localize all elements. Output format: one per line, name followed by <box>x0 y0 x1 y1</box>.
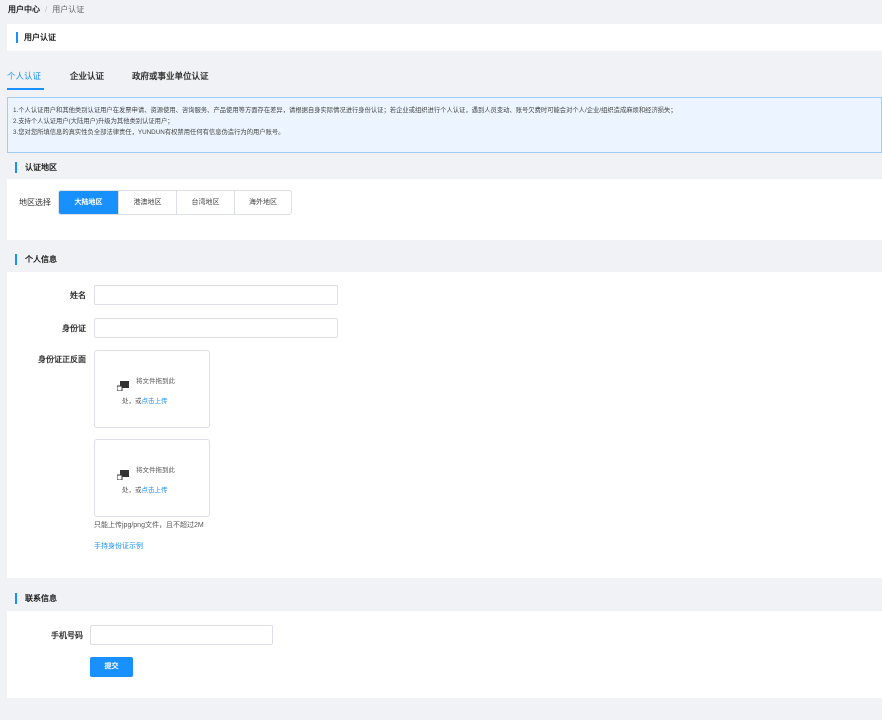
phone-label: 手机号码 <box>51 631 83 640</box>
region-selector: 大陆地区 港澳地区 台湾地区 海外地区 <box>58 190 292 215</box>
region-option-mainland[interactable]: 大陆地区 <box>59 191 118 214</box>
upload-click-link[interactable]: 点击上传 <box>142 398 168 405</box>
upload-icon <box>117 470 129 480</box>
region-option-taiwan[interactable]: 台湾地区 <box>176 191 234 214</box>
personal-section-title: 个人信息 <box>25 255 57 264</box>
contact-section-header: 联系信息 <box>7 586 882 610</box>
id-number-input[interactable] <box>94 318 338 338</box>
breadcrumb-root[interactable]: 用户中心 <box>8 5 40 14</box>
region-label: 地区选择 <box>19 198 51 207</box>
upload-or-prefix: 处，或 <box>122 487 142 494</box>
upload-drag-text: 将文件拖到此 <box>136 378 175 385</box>
breadcrumb: 用户中心 / 用户认证 <box>8 4 84 16</box>
title-accent-bar <box>16 32 18 43</box>
notice-line-1: 1.个人认证用户和其他类别认证用户在发票申请、资源使用、咨询服务、产品使用等方面… <box>13 107 677 114</box>
page-title: 用户认证 <box>24 33 56 42</box>
notice-box: 1.个人认证用户和其他类别认证用户在发票申请、资源使用、咨询服务、产品使用等方面… <box>7 97 882 153</box>
section-accent-bar <box>15 162 17 173</box>
breadcrumb-separator: / <box>45 5 48 14</box>
upload-drag-text: 将文件拖到此 <box>136 467 175 474</box>
upload-hint: 只能上传jpg/png文件，且不超过2M <box>94 522 204 529</box>
submit-button[interactable]: 提交 <box>90 657 133 677</box>
name-input[interactable] <box>94 285 338 305</box>
breadcrumb-current: 用户认证 <box>52 5 85 14</box>
tab-personal[interactable]: 个人认证 <box>7 69 41 83</box>
section-accent-bar <box>15 254 17 265</box>
id-example-link[interactable]: 手持身份证示例 <box>94 542 143 552</box>
upload-icon <box>117 381 129 391</box>
region-option-hkmo[interactable]: 港澳地区 <box>118 191 176 214</box>
active-tab-indicator <box>7 88 44 90</box>
region-section-header: 认证地区 <box>7 155 882 179</box>
name-label: 姓名 <box>70 291 86 300</box>
upload-or-text: 处，或点击上传 <box>122 397 168 407</box>
upload-or-prefix: 处，或 <box>122 398 142 405</box>
upload-or-text: 处，或点击上传 <box>122 486 168 496</box>
page-title-card: 用户认证 <box>7 24 882 51</box>
phone-input[interactable] <box>90 625 273 645</box>
id-card-images-label: 身份证正反面 <box>38 355 86 364</box>
id-number-label: 身份证 <box>62 324 86 333</box>
notice-line-2: 2.支持个人认证用户(大陆用户)升级为其他类别认证用户； <box>13 118 174 125</box>
notice-line-3: 3.您对您所填信息的真实性负全部法律责任，YUNDUN有权禁用任何有信息伪造行为… <box>13 129 285 136</box>
region-section-title: 认证地区 <box>25 163 57 172</box>
section-accent-bar <box>15 593 17 604</box>
upload-click-link[interactable]: 点击上传 <box>142 487 168 494</box>
tab-government[interactable]: 政府或事业单位认证 <box>132 69 209 83</box>
tab-enterprise[interactable]: 企业认证 <box>70 69 104 83</box>
id-card-back-upload[interactable]: 将文件拖到此 处，或点击上传 <box>94 439 210 517</box>
region-option-overseas[interactable]: 海外地区 <box>234 191 291 214</box>
personal-section-header: 个人信息 <box>7 247 882 271</box>
id-card-front-upload[interactable]: 将文件拖到此 处，或点击上传 <box>94 350 210 428</box>
contact-section-title: 联系信息 <box>25 594 57 603</box>
